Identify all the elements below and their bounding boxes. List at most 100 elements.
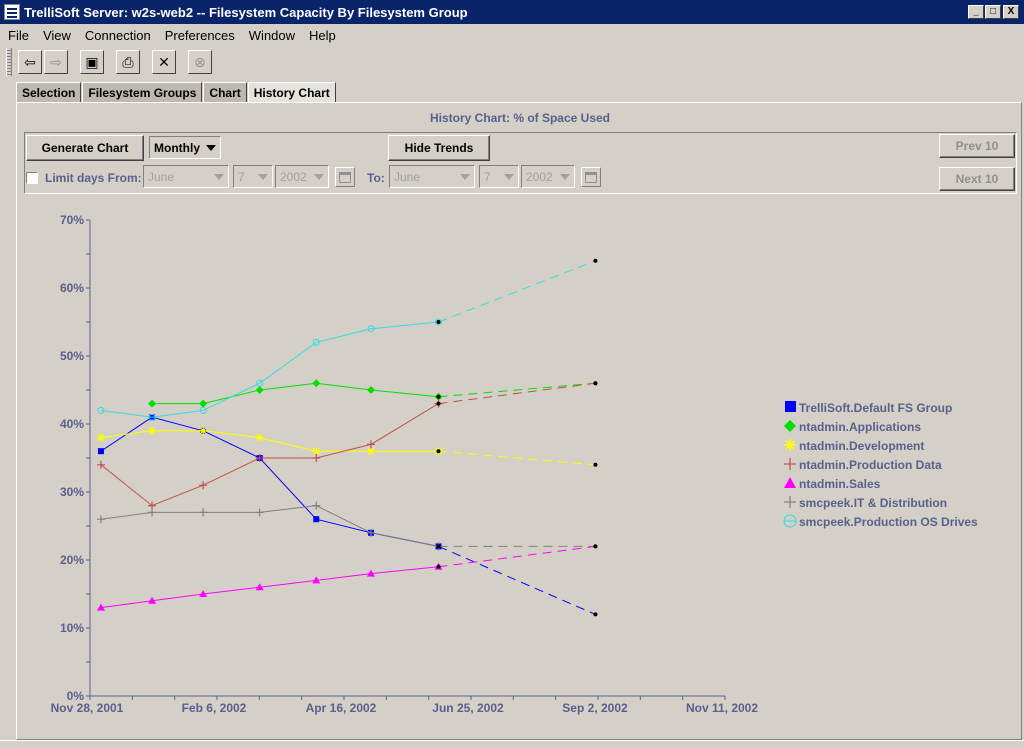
forward-button[interactable]: ⇨ (44, 50, 68, 74)
app-icon (4, 4, 20, 20)
back-button[interactable]: ⇦ (18, 50, 42, 74)
menu-view[interactable]: View (35, 28, 77, 43)
menu-file[interactable]: File (0, 28, 35, 43)
window-titlebar: TrelliSoft Server: w2s-web2 -- Filesyste… (0, 0, 1024, 24)
tab-selection[interactable]: Selection (16, 82, 82, 103)
prev-10-button[interactable]: Prev 10 (939, 134, 1015, 158)
to-year-value: 2002 (526, 169, 553, 184)
to-month-value: June (394, 169, 421, 184)
menu-connection[interactable]: Connection (77, 28, 157, 43)
y-tick-label: 40% (60, 417, 84, 431)
data-point (312, 454, 321, 462)
panel-title: History Chart: % of Space Used (429, 111, 611, 125)
legend-star-icon (784, 439, 796, 451)
series-layer (96, 258, 598, 617)
print-button[interactable]: ⎙ (116, 50, 140, 74)
legend-label: ntadmin.Applications (799, 420, 921, 434)
x-tick-label: Nov 11, 2002 (686, 701, 758, 715)
to-month-select[interactable]: June (389, 165, 475, 188)
from-year-select[interactable]: 2002 (275, 165, 329, 188)
to-day-select[interactable]: 7 (479, 165, 519, 188)
menu-window[interactable]: Window (241, 28, 301, 43)
trend-point (436, 564, 441, 569)
to-day-value: 7 (484, 169, 491, 184)
hide-trends-button[interactable]: Hide Trends (388, 135, 490, 161)
x-tick-label: Nov 28, 2001 (51, 701, 124, 715)
close-icon: ✕ (158, 53, 170, 70)
legend-item: TrelliSoft.Default FS Group (785, 401, 952, 415)
to-calendar-button[interactable] (581, 167, 601, 187)
trend-point (436, 320, 441, 324)
series-1 (148, 379, 598, 408)
series-2 (96, 426, 598, 467)
stop-button[interactable]: ⊗ (188, 50, 212, 74)
series-line (152, 382, 439, 405)
save-icon: ▣ (85, 53, 99, 70)
interval-value: Monthly (154, 140, 200, 155)
trend-point (593, 462, 598, 467)
close-window-button[interactable]: X (1003, 5, 1019, 19)
trend-point (593, 258, 598, 263)
chart-controls: Generate Chart Monthly Hide Trends Prev … (24, 132, 1017, 194)
from-month-select[interactable]: June (143, 165, 229, 188)
y-tick-label: 10% (60, 621, 84, 635)
data-point (199, 426, 208, 435)
legend-item: ntadmin.Applications (784, 420, 921, 434)
to-label: To: (367, 171, 385, 185)
from-day-value: 7 (238, 169, 245, 184)
series-3 (96, 381, 598, 510)
data-point (96, 433, 105, 442)
legend-item: smcpeek.IT & Distribution (784, 496, 947, 510)
trend-line (438, 382, 596, 398)
data-point (367, 447, 376, 456)
trend-point (436, 544, 441, 549)
forward-icon: ⇨ (50, 53, 62, 70)
window-title: TrelliSoft Server: w2s-web2 -- Filesyste… (24, 4, 468, 20)
data-point (367, 386, 376, 394)
x-tick-label: Sep 2, 2002 (562, 701, 628, 715)
next-10-button[interactable]: Next 10 (939, 167, 1015, 191)
trend-point (436, 394, 441, 399)
tab-chart[interactable]: Chart (203, 82, 247, 103)
save-button[interactable]: ▣ (80, 50, 104, 74)
interval-select[interactable]: Monthly (149, 136, 221, 159)
trend-point (593, 381, 598, 386)
from-day-select[interactable]: 7 (233, 165, 273, 188)
data-point (148, 399, 157, 408)
close-tab-button[interactable]: ✕ (152, 50, 176, 74)
series-0 (97, 414, 598, 617)
legend-label: smcpeek.Production OS Drives (799, 515, 978, 529)
data-point (148, 426, 157, 435)
y-tick-label: 50% (60, 349, 84, 363)
menubar: File View Connection Preferences Window … (0, 24, 1024, 46)
tab-history-chart[interactable]: History Chart (247, 82, 336, 103)
from-calendar-button[interactable] (335, 167, 355, 187)
maximize-button[interactable]: □ (985, 5, 1001, 19)
trend-line (438, 260, 596, 323)
legend-plus-icon (784, 458, 796, 470)
generate-chart-button[interactable]: Generate Chart (26, 135, 144, 161)
y-tick-label: 30% (60, 485, 84, 499)
menu-preferences[interactable]: Preferences (157, 28, 241, 43)
x-axis: Nov 28, 2001 Feb 6, 2002 Apr 16, 2002 Jun 2… (51, 695, 758, 715)
trend-line (438, 545, 596, 568)
tab-bar: Selection Filesystem Groups Chart Histor… (16, 82, 337, 103)
series-5 (96, 501, 598, 551)
calendar-icon (339, 171, 351, 183)
limit-days-checkbox[interactable] (26, 172, 38, 184)
data-point (313, 516, 320, 523)
from-month-value: June (148, 169, 175, 184)
data-point (255, 433, 264, 442)
chevron-down-icon (560, 174, 570, 180)
trend-point (593, 544, 598, 549)
legend-label: ntadmin.Sales (799, 477, 881, 491)
data-point (199, 508, 208, 517)
minimize-button[interactable]: _ (968, 5, 984, 19)
toolbar-grip[interactable] (6, 48, 12, 76)
to-year-select[interactable]: 2002 (521, 165, 575, 188)
tab-filesystem-groups[interactable]: Filesystem Groups (82, 82, 203, 103)
data-point (255, 508, 264, 517)
legend-diamond-icon (784, 420, 796, 432)
menu-help[interactable]: Help (301, 28, 342, 43)
history-line-chart: 0%10%20%30%40%50%60%70% Nov 28, 2001 Feb … (51, 213, 978, 715)
